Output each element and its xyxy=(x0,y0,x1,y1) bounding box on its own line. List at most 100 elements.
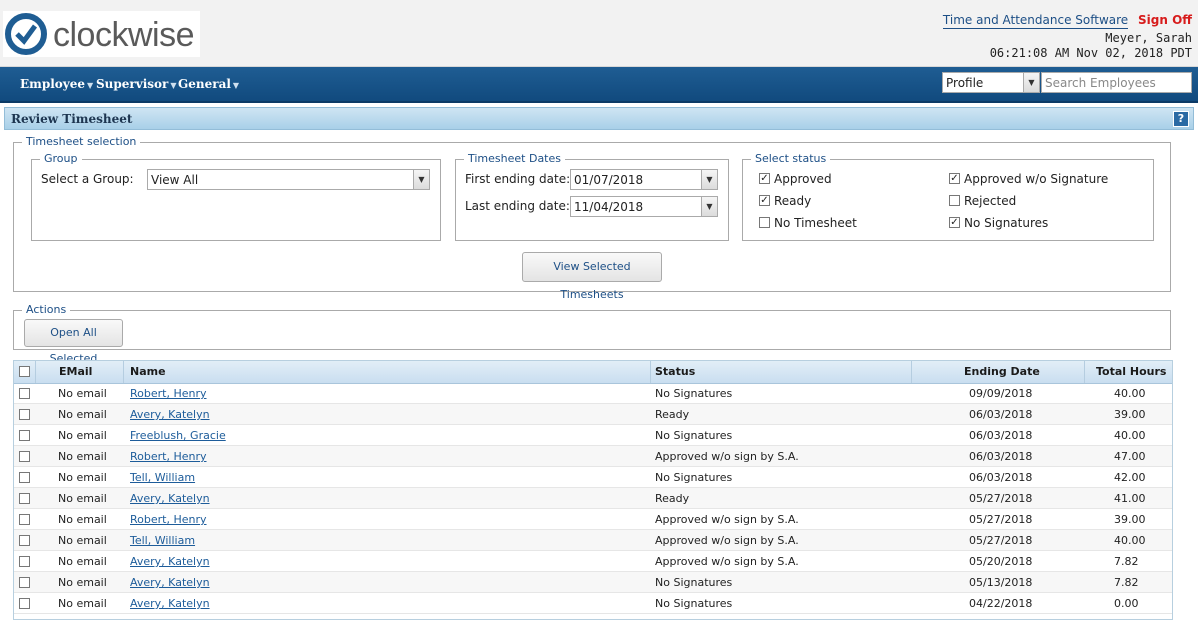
row-employee-name-link[interactable]: Avery, Katelyn xyxy=(130,492,210,505)
clockwise-logo-icon xyxy=(5,13,47,55)
nav-employee-label: Employee xyxy=(20,77,86,91)
row-ending-date: 09/09/2018 xyxy=(969,387,1033,400)
actions-fieldset: Actions Open All Selected xyxy=(13,303,1171,365)
row-employee-name-link[interactable]: Tell, William xyxy=(130,534,195,547)
row-employee-name-link[interactable]: Avery, Katelyn xyxy=(130,576,210,589)
column-header-email[interactable]: EMail xyxy=(59,365,92,378)
row-status: Approved w/o sign by S.A. xyxy=(655,513,799,526)
status-ready-label: Ready xyxy=(774,194,812,208)
app-name-link[interactable]: Time and Attendance Software xyxy=(942,13,1129,29)
row-select-checkbox[interactable] xyxy=(19,451,30,462)
nav-supervisor[interactable]: Supervisor ▼ xyxy=(96,77,177,91)
main-nav: Employee ▼ Supervisor ▼ General ▼ Profile ▼ xyxy=(0,67,1198,103)
row-total-hours: 41.00 xyxy=(1114,492,1146,505)
timesheet-dates-fieldset: Timesheet Dates First ending date: 01/07… xyxy=(455,152,729,241)
status-ready-checkbox[interactable]: ✓ xyxy=(759,195,770,206)
row-ending-date: 04/22/2018 xyxy=(969,597,1033,610)
table-row[interactable]: No email Avery, Katelyn Ready 06/03/2018 39.… xyxy=(14,404,1172,425)
first-ending-date-select[interactable]: 01/07/2018 ▼ xyxy=(570,169,718,190)
row-employee-name-link[interactable]: Avery, Katelyn xyxy=(130,408,210,421)
table-row[interactable]: No email Tell, William No Signatures 06/03/… xyxy=(14,467,1172,488)
row-email: No email xyxy=(58,534,107,547)
table-row[interactable]: No email Avery, Katelyn Approved w/o sign … xyxy=(14,551,1172,572)
view-selected-timesheets-button[interactable]: View Selected Timesheets xyxy=(522,252,662,301)
nav-general-label: General xyxy=(178,77,231,91)
select-all-checkbox[interactable] xyxy=(19,366,30,377)
search-employees-input[interactable] xyxy=(1041,72,1192,93)
search-type-value: Profile xyxy=(946,76,984,90)
row-ending-date: 05/20/2018 xyxy=(969,555,1033,568)
chevron-down-icon[interactable]: ▼ xyxy=(701,170,717,189)
group-fieldset: Group Select a Group: View All ▼ xyxy=(31,152,441,241)
row-total-hours: 7.82 xyxy=(1114,576,1139,589)
row-status: No Signatures xyxy=(655,471,733,484)
table-row[interactable]: No email Freeblush, Gracie No Signatures 06… xyxy=(14,425,1172,446)
row-email: No email xyxy=(58,429,107,442)
group-select[interactable]: View All ▼ xyxy=(147,169,430,190)
chevron-down-icon[interactable]: ▼ xyxy=(413,170,429,189)
column-header-total-hours[interactable]: Total Hours xyxy=(1096,365,1166,378)
column-separator xyxy=(123,361,124,383)
row-employee-name-link[interactable]: Avery, Katelyn xyxy=(130,597,210,610)
column-separator xyxy=(35,361,36,383)
row-ending-date: 06/03/2018 xyxy=(969,408,1033,421)
row-select-checkbox[interactable] xyxy=(19,577,30,588)
status-approved-wo-signature-checkbox[interactable]: ✓ xyxy=(949,173,960,184)
row-select-checkbox[interactable] xyxy=(19,388,30,399)
table-row[interactable]: No email Tell, William Approved w/o sign b… xyxy=(14,530,1172,551)
row-select-checkbox[interactable] xyxy=(19,430,30,441)
table-row[interactable]: No email Robert, Henry Approved w/o sign b… xyxy=(14,446,1172,467)
row-select-checkbox[interactable] xyxy=(19,598,30,609)
nav-supervisor-label: Supervisor xyxy=(96,77,169,91)
row-status: No Signatures xyxy=(655,429,733,442)
column-separator xyxy=(1084,361,1085,383)
status-no-signatures-checkbox[interactable]: ✓ xyxy=(949,217,960,228)
row-employee-name-link[interactable]: Freeblush, Gracie xyxy=(130,429,226,442)
row-select-checkbox[interactable] xyxy=(19,514,30,525)
status-rejected-checkbox[interactable] xyxy=(949,195,960,206)
caret-down-icon: ▼ xyxy=(87,79,94,90)
column-header-ending-date[interactable]: Ending Date xyxy=(964,365,1040,378)
status-approved-wo-signature-label: Approved w/o Signature xyxy=(964,172,1109,186)
table-row[interactable]: No email Robert, Henry Approved w/o sign b… xyxy=(14,509,1172,530)
row-ending-date: 05/27/2018 xyxy=(969,534,1033,547)
row-status: No Signatures xyxy=(655,576,733,589)
sign-off-link[interactable]: Sign Off xyxy=(1138,13,1192,27)
table-row[interactable]: No email Robert, Henry No Signatures 09/09/… xyxy=(14,383,1172,404)
row-total-hours: 40.00 xyxy=(1114,387,1146,400)
row-select-checkbox[interactable] xyxy=(19,535,30,546)
row-email: No email xyxy=(58,492,107,505)
nav-general[interactable]: General ▼ xyxy=(178,77,239,91)
nav-employee[interactable]: Employee ▼ xyxy=(20,77,93,91)
column-header-status[interactable]: Status xyxy=(655,365,695,378)
row-select-checkbox[interactable] xyxy=(19,472,30,483)
open-all-selected-button[interactable]: Open All Selected xyxy=(24,319,123,365)
row-status: Approved w/o sign by S.A. xyxy=(655,450,799,463)
row-employee-name-link[interactable]: Robert, Henry xyxy=(130,387,207,400)
status-no-timesheet-checkbox[interactable] xyxy=(759,217,770,228)
last-ending-date-select[interactable]: 11/04/2018 ▼ xyxy=(570,196,718,217)
select-status-fieldset: Select status ✓ Approved ✓ Approved w/o … xyxy=(742,152,1154,241)
column-header-name[interactable]: Name xyxy=(130,365,166,378)
row-employee-name-link[interactable]: Avery, Katelyn xyxy=(130,555,210,568)
status-approved-checkbox[interactable]: ✓ xyxy=(759,173,770,184)
row-status: No Signatures xyxy=(655,597,733,610)
row-select-checkbox[interactable] xyxy=(19,409,30,420)
row-select-checkbox[interactable] xyxy=(19,493,30,504)
row-employee-name-link[interactable]: Robert, Henry xyxy=(130,513,207,526)
search-type-select[interactable]: Profile ▼ xyxy=(942,72,1040,93)
help-icon[interactable]: ? xyxy=(1173,111,1189,127)
section-header: Review Timesheet ? xyxy=(4,107,1194,130)
group-select-value: View All xyxy=(151,173,199,187)
row-total-hours: 40.00 xyxy=(1114,534,1146,547)
last-ending-date-label: Last ending date: xyxy=(465,199,570,213)
clockwise-logo[interactable]: clockwise xyxy=(3,11,200,57)
table-row[interactable]: No email Avery, Katelyn Ready 05/27/2018 41.… xyxy=(14,488,1172,509)
table-row[interactable]: No email Avery, Katelyn No Signatures 05/13… xyxy=(14,572,1172,593)
row-employee-name-link[interactable]: Tell, William xyxy=(130,471,195,484)
caret-down-icon: ▼ xyxy=(170,79,177,90)
row-select-checkbox[interactable] xyxy=(19,556,30,567)
chevron-down-icon[interactable]: ▼ xyxy=(701,197,717,216)
chevron-down-icon[interactable]: ▼ xyxy=(1023,73,1039,92)
row-employee-name-link[interactable]: Robert, Henry xyxy=(130,450,207,463)
